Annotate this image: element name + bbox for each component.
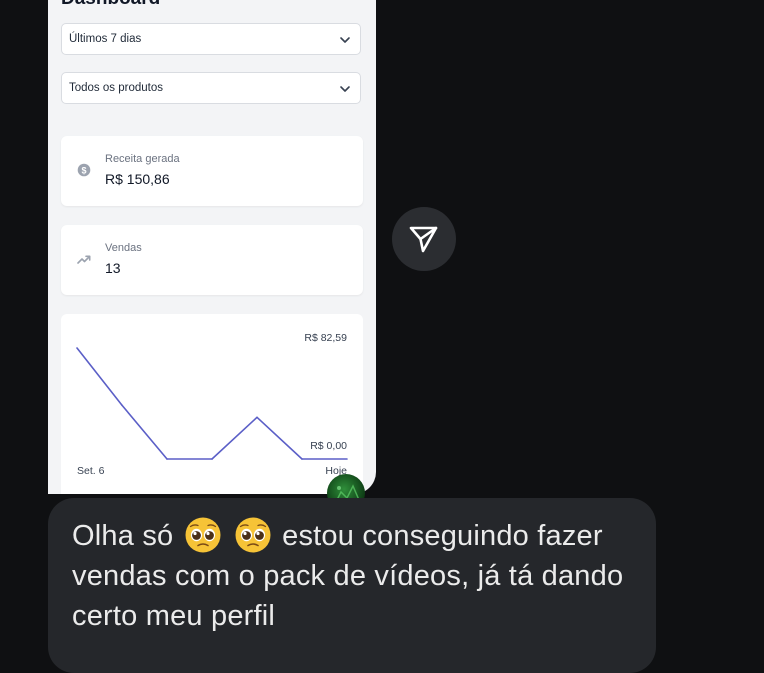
period-select-value: Últimos 7 dias [69,33,142,45]
message-text: Olha só estou conseguindo fazer vendas c… [72,516,642,636]
sales-label: Vendas [105,242,142,254]
sales-chart: R$ 82,59 R$ 0,00 Set. 6 Hoje [61,314,363,494]
page-title: Dashboard [61,0,160,10]
dashboard-screenshot: Dashboard Últimos 7 dias Todos os produt… [48,0,376,494]
product-select[interactable]: Todos os produtos [61,72,361,104]
max-value-label: R$ 82,59 [304,332,347,344]
pleading-face-emoji-icon [185,517,221,553]
message-text-before: Olha só [72,520,174,552]
x-start-label: Set. 6 [77,465,105,477]
chart-line-segment [76,347,123,407]
chevron-down-icon [340,86,350,92]
chart-line-segment [121,404,168,460]
revenue-value: R$ 150,86 [105,171,170,187]
svg-text:$: $ [81,165,86,175]
line-chart: R$ 82,59 R$ 0,00 Set. 6 Hoje [76,332,348,477]
pleading-face-emoji-icon [235,517,271,553]
period-select[interactable]: Últimos 7 dias [61,23,361,55]
chart-line-segment [211,416,258,460]
min-value-label: R$ 0,00 [310,440,347,452]
chart-line-segment [256,416,303,460]
message-bubble[interactable]: Olha só estou conseguindo fazer vendas c… [48,498,656,673]
dollar-circle-icon: $ [77,163,91,177]
send-icon [409,226,438,253]
revenue-card: $ Receita gerada R$ 150,86 [61,136,363,206]
chevron-down-icon [340,37,350,43]
send-button[interactable] [392,207,456,271]
sales-value: 13 [105,260,121,276]
trending-up-icon [77,255,91,264]
sales-card: Vendas 13 [61,225,363,295]
product-select-value: Todos os produtos [69,82,163,94]
revenue-label: Receita gerada [105,153,180,165]
